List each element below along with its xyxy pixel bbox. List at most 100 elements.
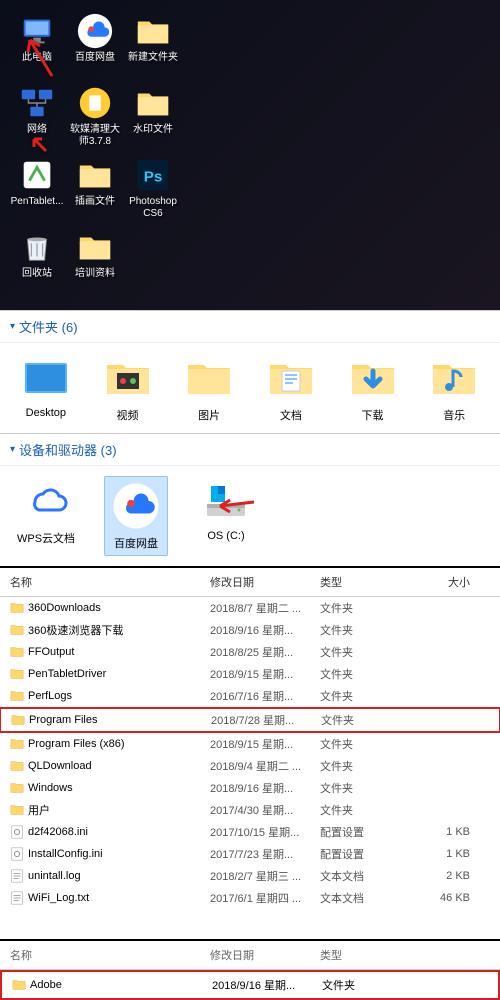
arrow-annotation-2 <box>30 135 50 155</box>
file-date: 2018/8/25 星期... <box>210 644 320 660</box>
desktop-folder-icon <box>21 353 71 403</box>
folder-item-download[interactable]: 下载 <box>347 353 399 423</box>
icon-label: 水印文件 <box>133 124 173 136</box>
folder-item-video[interactable]: 视频 <box>102 353 154 423</box>
file-row[interactable]: 360Downloads2018/8/7 星期二 ...文件夹 <box>0 597 500 619</box>
icon-label: PenTablet... <box>11 196 64 208</box>
file-row[interactable]: InstallConfig.ini2017/7/23 星期...配置设置1 KB <box>0 843 500 865</box>
desktop-icon-newfolder[interactable]: 新建文件夹 <box>124 8 182 80</box>
device-label: WPS云文档 <box>17 530 75 546</box>
folder-icon <box>76 156 114 194</box>
folder-item-pictures[interactable]: 图片 <box>183 353 235 423</box>
folder-icon <box>11 713 25 727</box>
file-date: 2017/7/23 星期... <box>210 846 320 862</box>
file-type: 文件夹 <box>320 802 400 818</box>
desktop-icons-grid: 此电脑百度网盘新建文件夹网络软媒清理大师3.7.8水印文件PenTablet..… <box>8 8 492 296</box>
app2-icon <box>18 156 56 194</box>
folders-grid: Desktop 视频图片文档 下载 音乐 <box>0 343 500 433</box>
file-row[interactable]: QLDownload2018/9/4 星期二 ...文件夹 <box>0 755 500 777</box>
file-name: Program Files (x86) <box>28 738 125 750</box>
file-row[interactable]: WiFi_Log.txt2017/6/1 星期四 ...文本文档46 KB <box>0 887 500 909</box>
col-date[interactable]: 修改日期 <box>210 574 320 590</box>
file-row[interactable]: d2f42068.ini2017/10/15 星期...配置设置1 KB <box>0 821 500 843</box>
desktop-icon-pentablet[interactable]: PenTablet... <box>8 152 66 224</box>
music-icon <box>429 353 479 403</box>
svg-text:Ps: Ps <box>144 169 163 186</box>
file-type: 文本文档 <box>320 890 400 906</box>
desktop-icon-baidu[interactable]: 百度网盘 <box>66 8 124 80</box>
file-name: PenTabletDriver <box>28 668 106 680</box>
file-name: unintall.log <box>28 870 81 882</box>
file-type: 文件夹 <box>320 600 400 616</box>
ini-icon <box>10 847 24 861</box>
folder-icon <box>134 84 172 122</box>
file-row[interactable]: 用户2017/4/30 星期...文件夹 <box>0 799 500 821</box>
col-size[interactable]: 大小 <box>400 574 470 590</box>
file-row[interactable]: Program Files2018/7/28 星期...文件夹 <box>0 707 500 733</box>
file-row[interactable]: Windows2018/9/16 星期...文件夹 <box>0 777 500 799</box>
bcol-date[interactable]: 修改日期 <box>210 947 320 963</box>
devices-header[interactable]: ▾ 设备和驱动器 (3) <box>0 434 500 466</box>
baidu-icon <box>111 481 161 531</box>
file-row[interactable]: PenTabletDriver2018/9/15 星期...文件夹 <box>0 663 500 685</box>
file-row[interactable]: unintall.log2018/2/7 星期三 ...文本文档2 KB <box>0 865 500 887</box>
file-row[interactable]: 360极速浏览器下载 2018/9/16 星期...文件夹 <box>0 619 500 641</box>
baidu-icon <box>76 12 114 50</box>
file-name: 360极速浏览器下载 <box>28 622 123 638</box>
icon-label: 培训资料 <box>75 268 115 280</box>
bcol-name[interactable]: 名称 <box>10 947 210 963</box>
desktop-icon-training[interactable]: 培训资料 <box>66 224 124 296</box>
folder-label: 音乐 <box>443 407 465 423</box>
device-item-baidu2[interactable]: 百度网盘 <box>104 476 168 556</box>
device-item-wps[interactable]: WPS云文档 <box>14 476 78 556</box>
folder-item-desktop[interactable]: Desktop <box>20 353 72 423</box>
video-icon <box>103 353 153 403</box>
folder-label: Desktop <box>26 407 66 419</box>
file-row[interactable]: FFOutput2018/8/25 星期...文件夹 <box>0 641 500 663</box>
folder-label: 文档 <box>280 407 302 423</box>
file-type: 文件夹 <box>320 688 400 704</box>
file-name: FFOutput <box>28 646 74 658</box>
file-name: PerfLogs <box>28 690 72 702</box>
icon-label: Photoshop CS6 <box>124 196 182 220</box>
file-row[interactable]: PerfLogs2016/7/16 星期...文件夹 <box>0 685 500 707</box>
file-type: 文件夹 <box>320 666 400 682</box>
folder-icon <box>10 759 24 773</box>
folder-icon <box>10 601 24 615</box>
file-date: 2018/9/4 星期二 ... <box>210 758 320 774</box>
file-date: 2017/10/15 星期... <box>210 824 320 840</box>
desktop-icon-ruanmei[interactable]: 软媒清理大师3.7.8 <box>66 80 124 152</box>
file-date: 2018/9/16 星期... <box>210 622 320 638</box>
desktop-icon-watermark[interactable]: 水印文件 <box>124 80 182 152</box>
folder-icon <box>10 803 24 817</box>
file-row[interactable]: Program Files (x86)2018/9/15 星期...文件夹 <box>0 733 500 755</box>
desktop-icon-illust[interactable]: 插画文件 <box>66 152 124 224</box>
folder-item-music[interactable]: 音乐 <box>428 353 480 423</box>
folder-label: 下载 <box>362 407 384 423</box>
file-date: 2018/7/28 星期... <box>211 712 321 728</box>
file-name: QLDownload <box>28 760 92 772</box>
file-type: 文件夹 <box>320 622 400 638</box>
folder-item-docs[interactable]: 文档 <box>265 353 317 423</box>
file-date: 2018/9/16 星期... <box>210 780 320 796</box>
folders-panel: ▾ 文件夹 (6) Desktop 视频图片文档 下载 音乐 <box>0 310 500 433</box>
devices-title: 设备和驱动器 (3) <box>19 440 117 459</box>
desktop-icon-recycle[interactable]: 回收站 <box>8 224 66 296</box>
folders-header[interactable]: ▾ 文件夹 (6) <box>0 311 500 343</box>
file-date: 2017/6/1 星期四 ... <box>210 890 320 906</box>
col-name[interactable]: 名称 <box>10 574 210 590</box>
device-label: 百度网盘 <box>114 535 158 551</box>
file-type: 文件夹 <box>320 736 400 752</box>
desktop-area: 此电脑百度网盘新建文件夹网络软媒清理大师3.7.8水印文件PenTablet..… <box>0 0 500 310</box>
col-type[interactable]: 类型 <box>320 574 400 590</box>
bottom-header[interactable]: 名称 修改日期 类型 <box>0 941 500 970</box>
bcol-type[interactable]: 类型 <box>320 947 400 963</box>
bottom-date: 2018/9/16 星期... <box>212 977 322 993</box>
file-name: Program Files <box>29 714 97 726</box>
folder-icon <box>10 667 24 681</box>
desktop-icon-ps[interactable]: Ps Photoshop CS6 <box>124 152 182 224</box>
file-list-header[interactable]: 名称 修改日期 类型 大小 <box>0 568 500 597</box>
folder-icon <box>12 978 26 992</box>
file-date: 2017/4/30 星期... <box>210 802 320 818</box>
bottom-row-adobe[interactable]: Adobe 2018/9/16 星期... 文件夹 <box>0 970 500 1000</box>
